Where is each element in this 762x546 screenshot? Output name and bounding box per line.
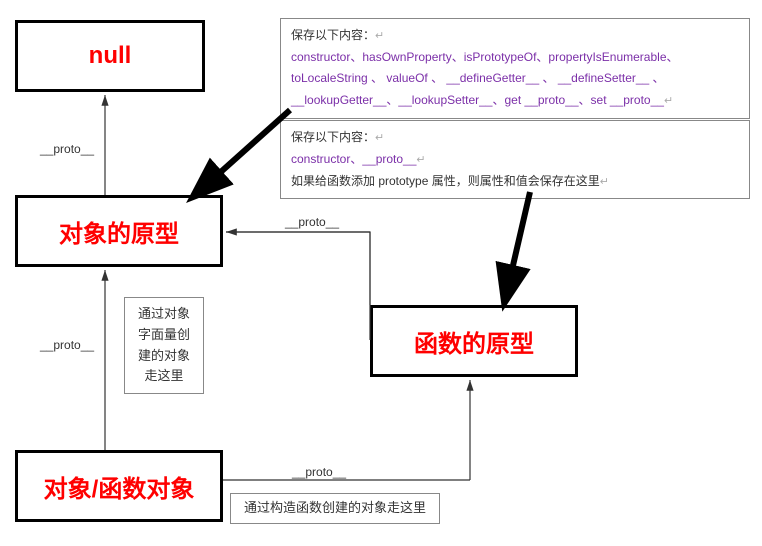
proto-label-4: __proto__	[292, 465, 346, 479]
note-constructor-text: 通过构造函数创建的对象走这里	[244, 500, 426, 515]
info2-line1: 保存以下内容：	[291, 130, 375, 144]
null-box: null	[15, 20, 205, 92]
info1-line4: __lookupGetter__、__lookupSetter__、get __…	[291, 93, 664, 107]
info1-line3: toLocaleString 、 valueOf 、 __defineGette…	[291, 71, 665, 85]
object-function-object-label: 对象/函数对象	[44, 469, 195, 504]
proto-label-1: __proto__	[40, 142, 94, 156]
proto-label-3: __proto__	[285, 215, 339, 229]
thick-arrow-info2	[505, 192, 530, 300]
object-function-object-box: 对象/函数对象	[15, 450, 223, 522]
arrow-funcproto-to-objproto-path	[226, 232, 370, 340]
info2-line3: 如果给函数添加 prototype 属性，则属性和值会保存在这里	[291, 174, 600, 188]
info2-line2: constructor、__proto__	[291, 152, 416, 166]
thick-arrow-info1	[195, 110, 290, 195]
info1-line2: constructor、hasOwnProperty、isPrototypeOf…	[291, 50, 679, 64]
info-box-bottom: 保存以下内容：↵ constructor、__proto__↵ 如果给函数添加 …	[280, 120, 750, 199]
object-prototype-box: 对象的原型	[15, 195, 223, 267]
note-literal-box: 通过对象字面量创建的对象走这里	[124, 297, 204, 394]
function-prototype-label: 函数的原型	[414, 324, 534, 359]
info-box-top: 保存以下内容：↵ constructor、hasOwnProperty、isPr…	[280, 18, 750, 119]
function-prototype-box: 函数的原型	[370, 305, 578, 377]
info1-line1: 保存以下内容：	[291, 28, 375, 42]
note-literal-text: 通过对象字面量创建的对象走这里	[138, 306, 190, 383]
proto-label-2: __proto__	[40, 338, 94, 352]
object-prototype-label: 对象的原型	[59, 214, 179, 249]
note-constructor-box: 通过构造函数创建的对象走这里	[230, 493, 440, 524]
null-label: null	[89, 42, 132, 70]
